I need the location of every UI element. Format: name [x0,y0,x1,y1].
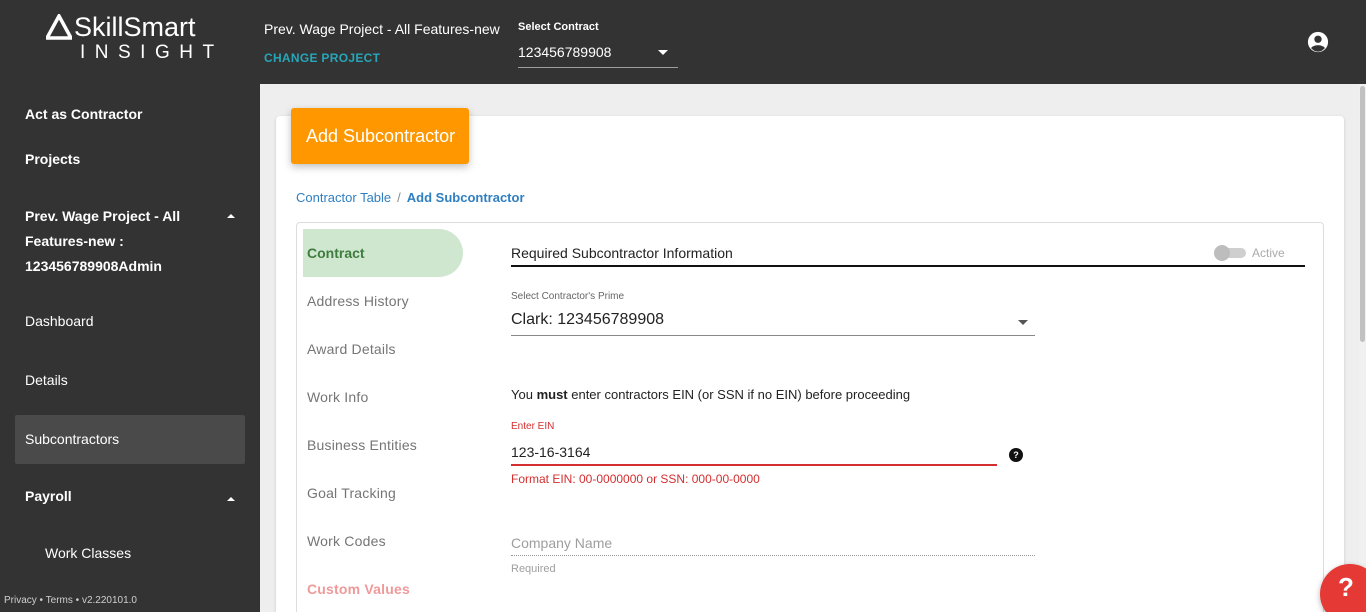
footer-links[interactable]: Privacy • Terms • v2.220101.0 [4,595,137,606]
card-header: Add Subcontractor [291,108,469,164]
breadcrumb-separator: / [397,190,401,205]
contract-select-value: 123456789908 [518,44,612,60]
section-title: Required Subcontractor Information [511,245,733,261]
ein-field[interactable] [511,440,997,466]
top-app-bar: SkillSmart INSIGHT Prev. Wage Project - … [0,0,1366,84]
tab-custom-values[interactable]: Custom Values [307,581,410,597]
change-project-link[interactable]: CHANGE PROJECT [264,51,380,65]
tab-contract[interactable]: Contract [303,229,463,277]
chevron-down-icon [1018,320,1028,325]
sidebar-item-subcontractors[interactable]: Subcontractors [15,415,245,464]
breadcrumb-current[interactable]: Add Subcontractor [407,190,525,205]
select-contract-label: Select Contract [518,21,599,33]
scrollbar-thumb[interactable] [1360,86,1365,342]
sidebar-item-label: Subcontractors [25,431,120,447]
toggle-knob [1214,245,1230,261]
logo-name: SkillSmart [74,12,196,42]
prime-select-value: Clark: 123456789908 [511,311,665,328]
ein-note: You must enter contractors EIN (or SSN i… [511,387,910,402]
logo-triangle-icon [46,14,72,40]
active-toggle-label: Active [1252,246,1285,260]
breadcrumb-link-contractor-table[interactable]: Contractor Table [296,190,391,205]
chevron-down-icon [658,50,668,55]
tab-label: Contract [307,245,365,261]
prime-select[interactable]: Clark: 123456789908 [511,308,1035,336]
sidebar-item-projects[interactable]: Projects [25,151,80,167]
tab-work-codes[interactable]: Work Codes [307,533,386,549]
sidebar-item-payroll[interactable]: Payroll [25,488,72,504]
sidebar-item-act-as-contractor[interactable]: Act as Contractor [25,106,142,122]
ein-field-label: Enter EIN [511,421,555,432]
prime-select-label: Select Contractor's Prime [511,291,625,302]
company-name-hint: Required [511,563,556,575]
ein-note-text: You [511,387,537,402]
tab-work-info[interactable]: Work Info [307,389,368,405]
company-name-field[interactable] [511,530,1035,556]
tab-award-details[interactable]: Award Details [307,341,396,357]
logo-subtitle: INSIGHT [80,42,224,63]
question-icon: ? [1338,572,1354,602]
chevron-up-icon[interactable] [227,214,235,218]
contract-select[interactable]: 123456789908 [518,40,678,68]
chevron-up-icon[interactable] [227,497,235,501]
active-toggle[interactable] [1214,245,1246,261]
ein-error-message: Format EIN: 00-0000000 or SSN: 000-00-00… [511,472,760,486]
page-title: Add Subcontractor [306,126,456,146]
account-circle-icon[interactable] [1307,31,1329,53]
sidebar-item-details[interactable]: Details [25,372,68,388]
sidebar-item-dashboard[interactable]: Dashboard [25,313,94,329]
sidebar: Act as Contractor Projects Prev. Wage Pr… [0,84,260,612]
tab-address-history[interactable]: Address History [307,293,409,309]
sidebar-item-project-group[interactable]: Prev. Wage Project - All Features-new : … [25,204,195,279]
project-title: Prev. Wage Project - All Features-new [264,21,500,37]
section-divider [511,265,1305,267]
help-icon[interactable]: ? [1009,448,1023,462]
ein-note-emphasis: must [536,387,568,402]
tab-goal-tracking[interactable]: Goal Tracking [307,485,396,501]
ein-note-text: enter contractors EIN (or SSN if no EIN)… [567,387,911,402]
skillsmart-logo[interactable]: SkillSmart INSIGHT [46,12,226,68]
breadcrumb: Contractor Table / Add Subcontractor [296,190,525,205]
tab-business-entities[interactable]: Business Entities [307,437,417,453]
sidebar-item-work-classes[interactable]: Work Classes [45,545,131,561]
